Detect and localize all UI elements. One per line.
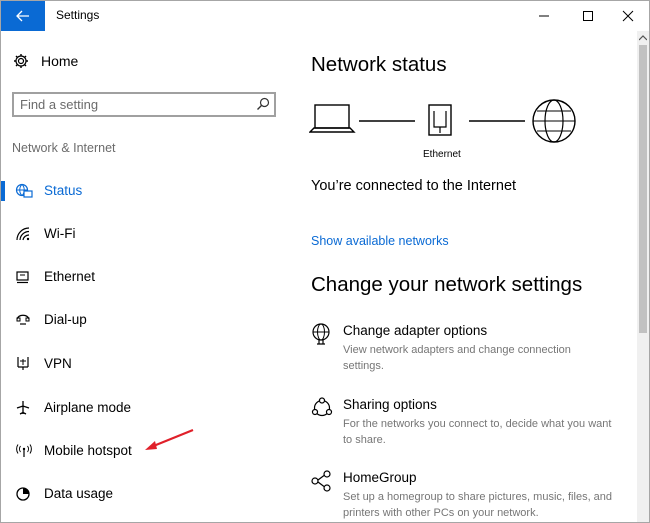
scroll-thumb[interactable] — [639, 45, 647, 333]
change-settings-title: Change your network settings — [311, 273, 583, 296]
back-arrow-icon — [16, 10, 29, 22]
annotation-arrow-icon — [145, 428, 194, 450]
close-icon — [622, 10, 634, 22]
chevron-up-icon — [639, 35, 647, 41]
vertical-scrollbar[interactable] — [637, 31, 649, 522]
option-title: Change adapter options — [343, 323, 488, 338]
ethernet-icon — [16, 271, 29, 284]
close-button[interactable] — [605, 1, 649, 31]
back-button[interactable] — [1, 1, 45, 31]
option-title: HomeGroup — [343, 470, 417, 485]
option-description: Set up a homegroup to share pictures, mu… — [343, 491, 613, 519]
sharing-icon — [311, 397, 333, 417]
sidebar-item-ethernet[interactable]: Ethernet — [1, 262, 291, 292]
home-label: Home — [41, 53, 79, 69]
title-bar: Settings — [1, 1, 649, 31]
option-description: View network adapters and change connect… — [343, 344, 571, 372]
option-description: For the networks you connect to, decide … — [343, 418, 612, 446]
section-label: Network & Internet — [12, 141, 116, 155]
sidebar-item-label: VPN — [44, 356, 72, 371]
sidebar-item-status[interactable]: Status — [1, 176, 291, 206]
sidebar-item-dialup[interactable]: Dial-up — [1, 305, 291, 335]
gear-icon — [14, 54, 28, 68]
dialup-icon — [16, 314, 30, 325]
minimize-icon — [539, 15, 549, 17]
homegroup-option[interactable]: HomeGroup Set up a homegroup to share pi… — [311, 470, 627, 522]
sharing-options[interactable]: Sharing options For the networks you con… — [311, 397, 627, 449]
search-box[interactable] — [12, 92, 276, 117]
sidebar-item-vpn[interactable]: VPN — [1, 349, 291, 379]
sidebar-item-wifi[interactable]: Wi-Fi — [1, 219, 291, 249]
search-input[interactable] — [20, 96, 240, 113]
search-icon — [257, 97, 270, 110]
airplane-icon — [16, 401, 30, 415]
sidebar-item-label: Data usage — [44, 486, 114, 501]
data-usage-icon — [16, 487, 30, 501]
option-title: Sharing options — [343, 397, 437, 412]
vpn-icon — [17, 357, 29, 370]
connection-status-text: You’re connected to the Internet — [311, 178, 517, 194]
globe-monitor-icon — [15, 183, 33, 198]
sidebar-item-label: Airplane mode — [44, 400, 132, 415]
wifi-icon — [16, 227, 30, 241]
ethernet-port-icon — [428, 104, 452, 136]
sidebar-item-label: Mobile hotspot — [44, 443, 132, 458]
homegroup-icon — [311, 470, 331, 492]
laptop-icon — [309, 104, 356, 133]
scroll-up-button[interactable] — [637, 31, 649, 45]
sidebar-item-label: Status — [44, 183, 83, 198]
hotspot-icon — [16, 444, 32, 457]
active-indicator — [1, 181, 5, 201]
settings-window: Settings Home Network & Int — [0, 0, 650, 523]
sidebar-item-label: Ethernet — [44, 269, 96, 284]
minimize-button[interactable] — [521, 1, 567, 31]
window-title: Settings — [56, 8, 100, 22]
maximize-icon — [583, 11, 593, 21]
home-nav-item[interactable]: Home — [13, 53, 78, 69]
ethernet-diagram-label: Ethernet — [423, 149, 461, 160]
adapter-globe-icon — [312, 323, 330, 345]
show-available-networks-link[interactable]: Show available networks — [311, 234, 449, 248]
sidebar-item-label: Dial-up — [44, 312, 87, 327]
sidebar-item-data-usage[interactable]: Data usage — [1, 479, 291, 509]
sidebar-item-airplane-mode[interactable]: Airplane mode — [1, 393, 291, 423]
network-status-title: Network status — [311, 53, 447, 76]
main-content: Network status Ethernet You’re connected… — [291, 31, 637, 522]
network-diagram — [309, 99, 576, 143]
globe-icon — [532, 99, 576, 143]
sidebar-item-label: Wi-Fi — [44, 226, 76, 241]
change-adapter-options[interactable]: Change adapter options View network adap… — [311, 323, 627, 375]
